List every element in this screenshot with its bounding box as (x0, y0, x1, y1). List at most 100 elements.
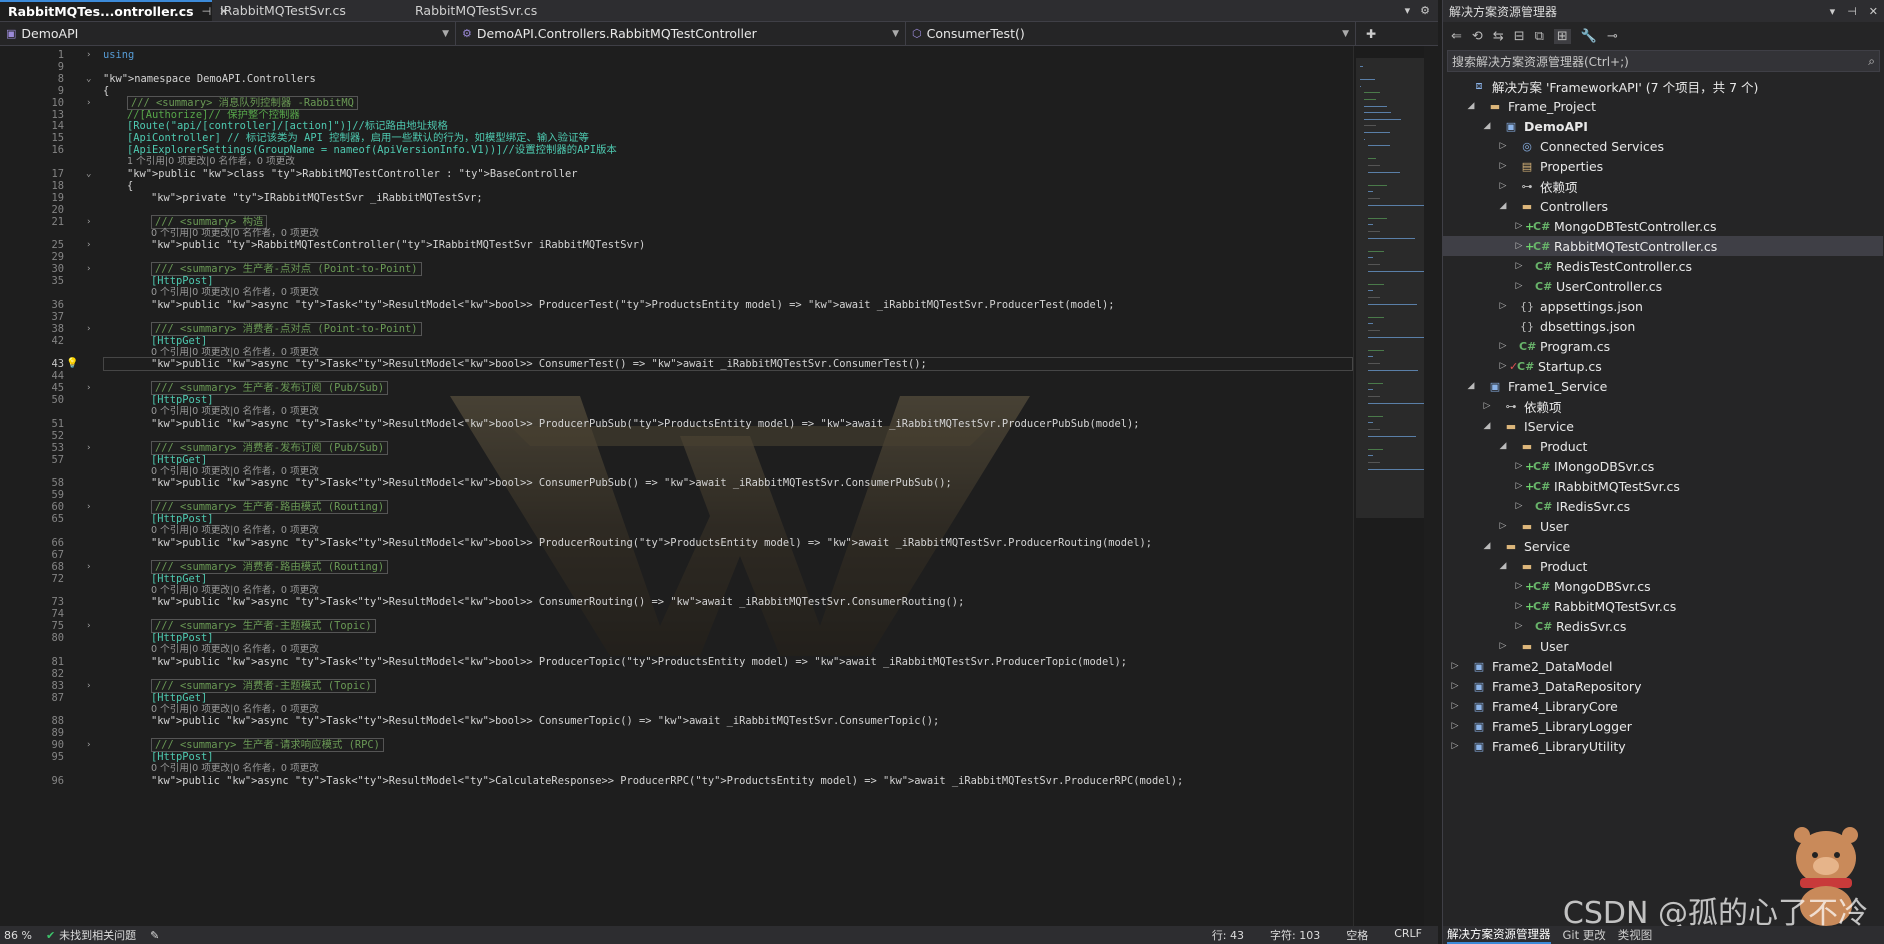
collapsed-arrow-icon[interactable]: ▷ (1513, 241, 1525, 251)
zoom-level[interactable]: 86 % (4, 929, 32, 942)
collapsed-arrow-icon[interactable]: ▷ (1481, 401, 1493, 411)
search-icon[interactable]: ⌕ (1868, 54, 1875, 69)
collapsed-arrow-icon[interactable]: ▷ (1497, 521, 1509, 531)
tab-git-changes[interactable]: Git 更改 (1563, 927, 1606, 943)
collapsed-arrow-icon[interactable]: ▷ (1513, 581, 1525, 591)
collapsed-arrow-icon[interactable]: ▷ (1449, 701, 1461, 711)
brush-icon[interactable]: ✎ (150, 929, 159, 942)
tab-overflow-icon[interactable]: ▾ (1405, 4, 1411, 17)
tree-node-connected-services[interactable]: ▷ ◎ Connected Services (1443, 136, 1883, 156)
collapsed-arrow-icon[interactable]: ▷ (1449, 741, 1461, 751)
collapsed-arrow-icon[interactable]: ▷ (1449, 721, 1461, 731)
tree-node-usercontroller-cs[interactable]: ▷ C# UserController.cs (1443, 276, 1883, 296)
class-selector[interactable]: ⚙ DemoAPI.Controllers.RabbitMQTestContro… (456, 22, 906, 45)
expanded-arrow-icon[interactable]: ◢ (1497, 201, 1509, 211)
tree-node-imongodbsvr-cs[interactable]: ▷ + C# IMongoDBSvr.cs (1443, 456, 1883, 476)
tree-node-[interactable]: ▷ ⊶ 依赖项 (1443, 176, 1883, 196)
tree-node-mongodbtestcontroller-cs[interactable]: ▷ + C# MongoDBTestController.cs (1443, 216, 1883, 236)
tree-node-service[interactable]: ◢ ▬ Service (1443, 536, 1883, 556)
char-indicator[interactable]: 字符: 103 (1270, 927, 1320, 943)
tree-node-frame5-librarylogger[interactable]: ▷ ▣ Frame5_LibraryLogger (1443, 716, 1883, 736)
tree-node-frame1-service[interactable]: ◢ ▣ Frame1_Service (1443, 376, 1883, 396)
collapsed-arrow-icon[interactable]: ▷ (1497, 361, 1509, 371)
project-selector[interactable]: ▣ DemoAPI ▼ (0, 22, 456, 45)
collapsed-arrow-icon[interactable]: ▷ (1449, 661, 1461, 671)
overview-scrollbar[interactable] (1353, 46, 1438, 926)
collapsed-arrow-icon[interactable]: ▷ (1513, 461, 1525, 471)
tree-node-startup-cs[interactable]: ▷ ✓ C# Startup.cs (1443, 356, 1883, 376)
tab-irabbitmq-svr[interactable]: IRabbitMQTestSvr.cs (212, 0, 407, 21)
tree-node-redissvr-cs[interactable]: ▷ C# RedisSvr.cs (1443, 616, 1883, 636)
tree-node-product[interactable]: ◢ ▬ Product (1443, 556, 1883, 576)
tree-node-iredissvr-cs[interactable]: ▷ C# IRedisSvr.cs (1443, 496, 1883, 516)
vertical-scrollbar[interactable] (1424, 46, 1438, 926)
tree-node-frame3-datarepository[interactable]: ▷ ▣ Frame3_DataRepository (1443, 676, 1883, 696)
tree-node-[interactable]: ▷ ⊶ 依赖项 (1443, 396, 1883, 416)
expanded-arrow-icon[interactable]: ◢ (1465, 101, 1477, 111)
tree-node-product[interactable]: ◢ ▬ Product (1443, 436, 1883, 456)
collapsed-arrow-icon[interactable]: ▷ (1497, 641, 1509, 651)
tree-node-frameworkapi-7-7[interactable]: ⧈ 解决方案 'FrameworkAPI' (7 个项目，共 7 个) (1443, 76, 1883, 96)
tree-node-frame2-datamodel[interactable]: ▷ ▣ Frame2_DataModel (1443, 656, 1883, 676)
tree-node-rabbitmqtestsvr-cs[interactable]: ▷ + C# RabbitMQTestSvr.cs (1443, 596, 1883, 616)
solution-search-input[interactable]: 搜索解决方案资源管理器(Ctrl+;) ⌕ (1447, 50, 1880, 72)
line-indicator[interactable]: 行: 43 (1212, 927, 1244, 943)
tree-node-program-cs[interactable]: ▷ C# Program.cs (1443, 336, 1883, 356)
tree-node-controllers[interactable]: ◢ ▬ Controllers (1443, 196, 1883, 216)
tab-rabbitmq-controller[interactable]: RabbitMQTes...ontroller.cs ⊣ ✕ (0, 0, 228, 21)
collapsed-arrow-icon[interactable]: ▷ (1497, 181, 1509, 191)
sync-icon[interactable]: ⇆ (1493, 29, 1504, 44)
collapsed-arrow-icon[interactable]: ▷ (1449, 681, 1461, 691)
expanded-arrow-icon[interactable]: ◢ (1465, 381, 1477, 391)
collapse-all-icon[interactable]: ⊟ (1514, 29, 1525, 44)
tree-node-irabbitmqtestsvr-cs[interactable]: ▷ + C# IRabbitMQTestSvr.cs (1443, 476, 1883, 496)
back-icon[interactable]: ⇐ (1451, 29, 1462, 44)
collapsed-arrow-icon[interactable]: ▷ (1513, 261, 1525, 271)
history-icon[interactable]: ⟲ (1472, 29, 1483, 44)
pin-icon[interactable]: ⊣ (202, 5, 212, 18)
tree-node-demoapi[interactable]: ◢ ▣ DemoAPI (1443, 116, 1883, 136)
tree-node-iservice[interactable]: ◢ ▬ IService (1443, 416, 1883, 436)
show-all-files-icon[interactable]: ⊞ (1553, 28, 1571, 44)
expanded-arrow-icon[interactable]: ◢ (1481, 121, 1493, 131)
tree-node-redistestcontroller-cs[interactable]: ▷ C# RedisTestController.cs (1443, 256, 1883, 276)
tree-node-frame-project[interactable]: ◢ ▬ Frame_Project (1443, 96, 1883, 116)
expanded-arrow-icon[interactable]: ◢ (1481, 421, 1493, 431)
tree-node-appsettings-json[interactable]: ▷ {} appsettings.json (1443, 296, 1883, 316)
tab-rabbitmq-svr[interactable]: RabbitMQTestSvr.cs (407, 0, 602, 21)
collapsed-arrow-icon[interactable]: ▷ (1513, 501, 1525, 511)
tree-node-dbsettings-json[interactable]: {} dbsettings.json (1443, 316, 1883, 336)
collapsed-arrow-icon[interactable]: ▷ (1497, 161, 1509, 171)
preview-icon[interactable]: ⊸ (1607, 29, 1618, 44)
tab-solution-explorer[interactable]: 解决方案资源管理器 (1447, 926, 1551, 944)
collapsed-arrow-icon[interactable]: ▷ (1497, 141, 1509, 151)
collapsed-arrow-icon[interactable]: ▷ (1497, 341, 1509, 351)
gear-icon[interactable]: ⚙ (1420, 4, 1430, 17)
copy-icon[interactable]: ⧉ (1535, 29, 1544, 44)
collapsed-arrow-icon[interactable]: ▷ (1513, 601, 1525, 611)
tree-node-user[interactable]: ▷ ▬ User (1443, 516, 1883, 536)
whitespace-indicator[interactable]: 空格 (1346, 927, 1368, 943)
collapsed-arrow-icon[interactable]: ▷ (1497, 301, 1509, 311)
collapsed-arrow-icon[interactable]: ▷ (1513, 221, 1525, 231)
expanded-arrow-icon[interactable]: ◢ (1497, 441, 1509, 451)
tree-node-rabbitmqtestcontroller-cs[interactable]: ▷ + C# RabbitMQTestController.cs (1443, 236, 1883, 256)
collapsed-arrow-icon[interactable]: ▷ (1513, 281, 1525, 291)
expanded-arrow-icon[interactable]: ◢ (1481, 541, 1493, 551)
tree-node-frame6-libraryutility[interactable]: ▷ ▣ Frame6_LibraryUtility (1443, 736, 1883, 756)
collapsed-arrow-icon[interactable]: ▷ (1513, 621, 1525, 631)
expanded-arrow-icon[interactable]: ◢ (1497, 561, 1509, 571)
tree-node-frame4-librarycore[interactable]: ▷ ▣ Frame4_LibraryCore (1443, 696, 1883, 716)
member-selector[interactable]: ⬡ ConsumerTest() ▼ (906, 22, 1356, 45)
issues-status[interactable]: 未找到相关问题 (59, 927, 136, 943)
code-editor[interactable]: 1 › using 9 8 ⌄ "kw">namespace DemoAPI.Control… (0, 46, 1353, 926)
split-editor-button[interactable]: ✚ (1356, 22, 1386, 45)
collapsed-arrow-icon[interactable]: ▷ (1513, 481, 1525, 491)
tree-node-mongodbsvr-cs[interactable]: ▷ + C# MongoDBSvr.cs (1443, 576, 1883, 596)
tab-class-view[interactable]: 类视图 (1618, 927, 1653, 943)
tree-node-user[interactable]: ▷ ▬ User (1443, 636, 1883, 656)
chevron-down-icon[interactable]: ▾ (1830, 5, 1836, 18)
eol-indicator[interactable]: CRLF (1394, 927, 1422, 943)
close-icon[interactable]: ✕ (1869, 5, 1878, 18)
tree-node-properties[interactable]: ▷ ▤ Properties (1443, 156, 1883, 176)
